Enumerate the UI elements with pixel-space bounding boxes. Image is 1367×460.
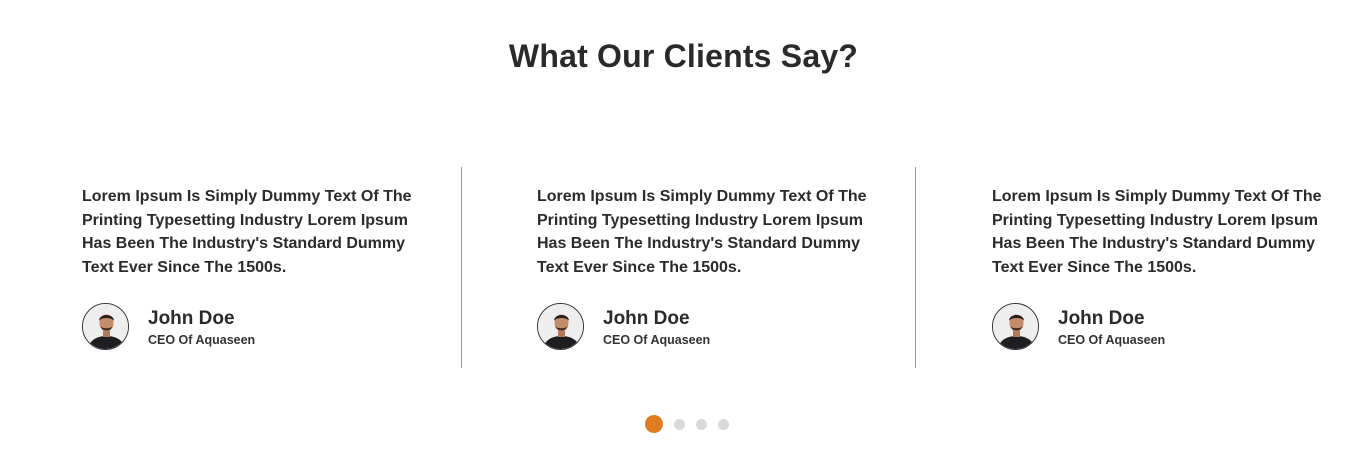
pagination-dot-1[interactable] <box>645 415 663 433</box>
section-title: What Our Clients Say? <box>508 38 859 74</box>
avatar <box>82 303 129 350</box>
testimonial-quote: Lorem Ipsum Is Simply Dummy Text Of The … <box>992 188 1322 277</box>
testimonial-card: Lorem Ipsum Is Simply Dummy Text Of The … <box>992 185 1332 350</box>
author-role: CEO Of Aquaseen <box>1058 333 1166 347</box>
testimonial-author: John Doe CEO Of Aquaseen <box>992 303 1292 351</box>
avatar <box>537 303 584 350</box>
testimonial-quote: Lorem Ipsum Is Simply Dummy Text Of The … <box>537 188 867 277</box>
pagination-dot-4[interactable] <box>718 419 729 430</box>
author-name: John Doe <box>1058 308 1145 329</box>
author-role: CEO Of Aquaseen <box>148 333 256 347</box>
column-divider <box>915 167 916 368</box>
testimonial-card: Lorem Ipsum Is Simply Dummy Text Of The … <box>82 185 422 350</box>
testimonial-author: John Doe CEO Of Aquaseen <box>537 303 837 351</box>
testimonial-quote: Lorem Ipsum Is Simply Dummy Text Of The … <box>82 188 412 277</box>
author-name: John Doe <box>603 308 690 329</box>
author-name: John Doe <box>148 308 235 329</box>
author-role: CEO Of Aquaseen <box>603 333 711 347</box>
carousel-pagination <box>0 415 1367 435</box>
testimonials-section: What Our Clients Say? Lorem Ipsum Is Sim… <box>0 0 1367 460</box>
testimonial-card: Lorem Ipsum Is Simply Dummy Text Of The … <box>537 185 877 350</box>
avatar <box>992 303 1039 350</box>
pagination-dot-3[interactable] <box>696 419 707 430</box>
column-divider <box>461 167 462 368</box>
pagination-dot-2[interactable] <box>674 419 685 430</box>
testimonial-author: John Doe CEO Of Aquaseen <box>82 303 382 351</box>
